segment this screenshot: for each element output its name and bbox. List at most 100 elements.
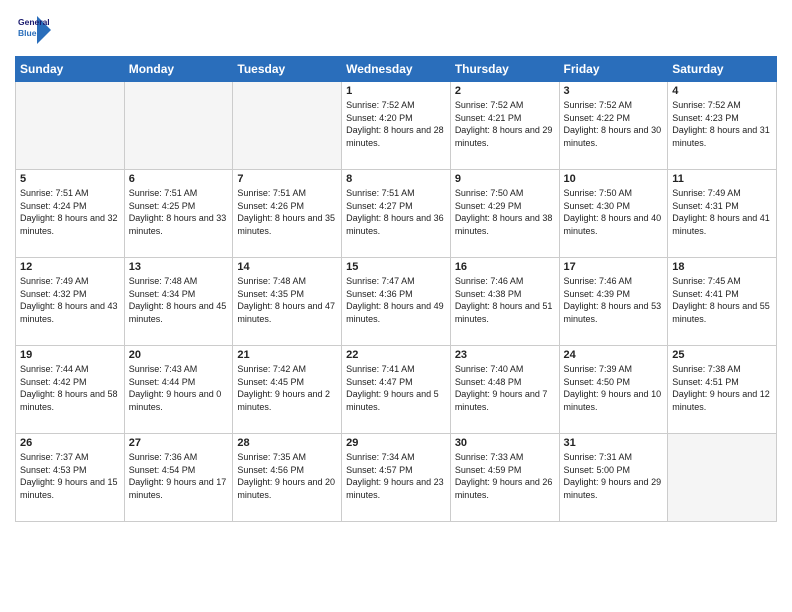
day-number: 29 (346, 437, 446, 449)
day-info: Sunrise: 7:50 AMSunset: 4:29 PMDaylight:… (455, 187, 555, 237)
day-number: 23 (455, 349, 555, 361)
day-info: Sunrise: 7:37 AMSunset: 4:53 PMDaylight:… (20, 451, 120, 501)
day-number: 14 (237, 261, 337, 273)
calendar-cell (16, 82, 125, 170)
day-info: Sunrise: 7:49 AMSunset: 4:32 PMDaylight:… (20, 275, 120, 325)
day-info: Sunrise: 7:48 AMSunset: 4:34 PMDaylight:… (129, 275, 229, 325)
calendar-cell: 13 Sunrise: 7:48 AMSunset: 4:34 PMDayligh… (124, 258, 233, 346)
day-number: 13 (129, 261, 229, 273)
day-number: 17 (564, 261, 664, 273)
day-info: Sunrise: 7:51 AMSunset: 4:25 PMDaylight:… (129, 187, 229, 237)
day-number: 4 (672, 85, 772, 97)
calendar-cell: 17 Sunrise: 7:46 AMSunset: 4:39 PMDayligh… (559, 258, 668, 346)
day-number: 11 (672, 173, 772, 185)
day-number: 22 (346, 349, 446, 361)
weekday-header: Sunday (16, 57, 125, 82)
weekday-header: Wednesday (342, 57, 451, 82)
calendar-cell: 4 Sunrise: 7:52 AMSunset: 4:23 PMDaylight… (668, 82, 777, 170)
weekday-header: Thursday (450, 57, 559, 82)
day-info: Sunrise: 7:50 AMSunset: 4:30 PMDaylight:… (564, 187, 664, 237)
calendar-week-row: 26 Sunrise: 7:37 AMSunset: 4:53 PMDayligh… (16, 434, 777, 522)
day-number: 24 (564, 349, 664, 361)
logo: General Blue (15, 10, 57, 48)
day-number: 9 (455, 173, 555, 185)
day-info: Sunrise: 7:52 AMSunset: 4:22 PMDaylight:… (564, 99, 664, 149)
calendar-cell: 24 Sunrise: 7:39 AMSunset: 4:50 PMDayligh… (559, 346, 668, 434)
weekday-header: Tuesday (233, 57, 342, 82)
day-number: 7 (237, 173, 337, 185)
calendar-cell: 15 Sunrise: 7:47 AMSunset: 4:36 PMDayligh… (342, 258, 451, 346)
day-info: Sunrise: 7:47 AMSunset: 4:36 PMDaylight:… (346, 275, 446, 325)
calendar-cell: 18 Sunrise: 7:45 AMSunset: 4:41 PMDayligh… (668, 258, 777, 346)
day-number: 1 (346, 85, 446, 97)
calendar-cell: 7Sunrise: 7:51 AMSunset: 4:26 PMDaylight… (233, 170, 342, 258)
day-number: 19 (20, 349, 120, 361)
day-info: Sunrise: 7:40 AMSunset: 4:48 PMDaylight:… (455, 363, 555, 413)
day-number: 3 (564, 85, 664, 97)
page-header: General Blue (15, 10, 777, 48)
page-container: General Blue SundayMondayTuesdayWednesda… (0, 0, 792, 532)
day-number: 21 (237, 349, 337, 361)
day-info: Sunrise: 7:42 AMSunset: 4:45 PMDaylight:… (237, 363, 337, 413)
day-number: 18 (672, 261, 772, 273)
weekday-header: Friday (559, 57, 668, 82)
svg-text:Blue: Blue (18, 28, 37, 38)
calendar-header-row: SundayMondayTuesdayWednesdayThursdayFrid… (16, 57, 777, 82)
calendar-cell (233, 82, 342, 170)
day-number: 27 (129, 437, 229, 449)
day-info: Sunrise: 7:52 AMSunset: 4:20 PMDaylight:… (346, 99, 446, 149)
calendar-cell: 23 Sunrise: 7:40 AMSunset: 4:48 PMDayligh… (450, 346, 559, 434)
calendar-cell: 9 Sunrise: 7:50 AMSunset: 4:29 PMDaylight… (450, 170, 559, 258)
day-number: 6 (129, 173, 229, 185)
day-number: 2 (455, 85, 555, 97)
day-info: Sunrise: 7:36 AMSunset: 4:54 PMDaylight:… (129, 451, 229, 501)
calendar-table: SundayMondayTuesdayWednesdayThursdayFrid… (15, 56, 777, 522)
calendar-cell: 5Sunrise: 7:51 AMSunset: 4:24 PMDaylight… (16, 170, 125, 258)
calendar-cell: 27 Sunrise: 7:36 AMSunset: 4:54 PMDayligh… (124, 434, 233, 522)
day-info: Sunrise: 7:38 AMSunset: 4:51 PMDaylight:… (672, 363, 772, 413)
calendar-cell: 16 Sunrise: 7:46 AMSunset: 4:38 PMDayligh… (450, 258, 559, 346)
day-info: Sunrise: 7:39 AMSunset: 4:50 PMDaylight:… (564, 363, 664, 413)
day-info: Sunrise: 7:51 AMSunset: 4:27 PMDaylight:… (346, 187, 446, 237)
calendar-cell: 22 Sunrise: 7:41 AMSunset: 4:47 PMDayligh… (342, 346, 451, 434)
weekday-header: Saturday (668, 57, 777, 82)
day-number: 30 (455, 437, 555, 449)
calendar-cell: 2 Sunrise: 7:52 AMSunset: 4:21 PMDaylight… (450, 82, 559, 170)
day-info: Sunrise: 7:52 AMSunset: 4:21 PMDaylight:… (455, 99, 555, 149)
calendar-cell: 30 Sunrise: 7:33 AMSunset: 4:59 PMDayligh… (450, 434, 559, 522)
day-info: Sunrise: 7:34 AMSunset: 4:57 PMDaylight:… (346, 451, 446, 501)
calendar-cell: 28 Sunrise: 7:35 AMSunset: 4:56 PMDayligh… (233, 434, 342, 522)
day-number: 8 (346, 173, 446, 185)
calendar-cell: 8 Sunrise: 7:51 AMSunset: 4:27 PMDaylight… (342, 170, 451, 258)
calendar-cell: 19Sunrise: 7:44 AMSunset: 4:42 PMDayligh… (16, 346, 125, 434)
day-info: Sunrise: 7:41 AMSunset: 4:47 PMDaylight:… (346, 363, 446, 413)
svg-text:General: General (18, 17, 50, 27)
day-info: Sunrise: 7:52 AMSunset: 4:23 PMDaylight:… (672, 99, 772, 149)
day-info: Sunrise: 7:46 AMSunset: 4:39 PMDaylight:… (564, 275, 664, 325)
calendar-cell: 11 Sunrise: 7:49 AMSunset: 4:31 PMDayligh… (668, 170, 777, 258)
day-number: 15 (346, 261, 446, 273)
calendar-cell: 21 Sunrise: 7:42 AMSunset: 4:45 PMDayligh… (233, 346, 342, 434)
day-info: Sunrise: 7:45 AMSunset: 4:41 PMDaylight:… (672, 275, 772, 325)
day-info: Sunrise: 7:46 AMSunset: 4:38 PMDaylight:… (455, 275, 555, 325)
day-info: Sunrise: 7:33 AMSunset: 4:59 PMDaylight:… (455, 451, 555, 501)
day-number: 26 (20, 437, 120, 449)
day-info: Sunrise: 7:31 AMSunset: 5:00 PMDaylight:… (564, 451, 664, 501)
day-info: Sunrise: 7:43 AMSunset: 4:44 PMDaylight:… (129, 363, 229, 413)
calendar-cell: 29 Sunrise: 7:34 AMSunset: 4:57 PMDayligh… (342, 434, 451, 522)
calendar-week-row: 5Sunrise: 7:51 AMSunset: 4:24 PMDaylight… (16, 170, 777, 258)
day-info: Sunrise: 7:49 AMSunset: 4:31 PMDaylight:… (672, 187, 772, 237)
day-number: 28 (237, 437, 337, 449)
day-number: 20 (129, 349, 229, 361)
calendar-cell: 31 Sunrise: 7:31 AMSunset: 5:00 PMDayligh… (559, 434, 668, 522)
calendar-week-row: 19Sunrise: 7:44 AMSunset: 4:42 PMDayligh… (16, 346, 777, 434)
day-info: Sunrise: 7:48 AMSunset: 4:35 PMDaylight:… (237, 275, 337, 325)
day-info: Sunrise: 7:51 AMSunset: 4:24 PMDaylight:… (20, 187, 120, 237)
calendar-cell: 12Sunrise: 7:49 AMSunset: 4:32 PMDayligh… (16, 258, 125, 346)
calendar-cell: 1 Sunrise: 7:52 AMSunset: 4:20 PMDaylight… (342, 82, 451, 170)
day-number: 10 (564, 173, 664, 185)
calendar-cell (124, 82, 233, 170)
day-info: Sunrise: 7:35 AMSunset: 4:56 PMDaylight:… (237, 451, 337, 501)
day-number: 31 (564, 437, 664, 449)
day-number: 16 (455, 261, 555, 273)
